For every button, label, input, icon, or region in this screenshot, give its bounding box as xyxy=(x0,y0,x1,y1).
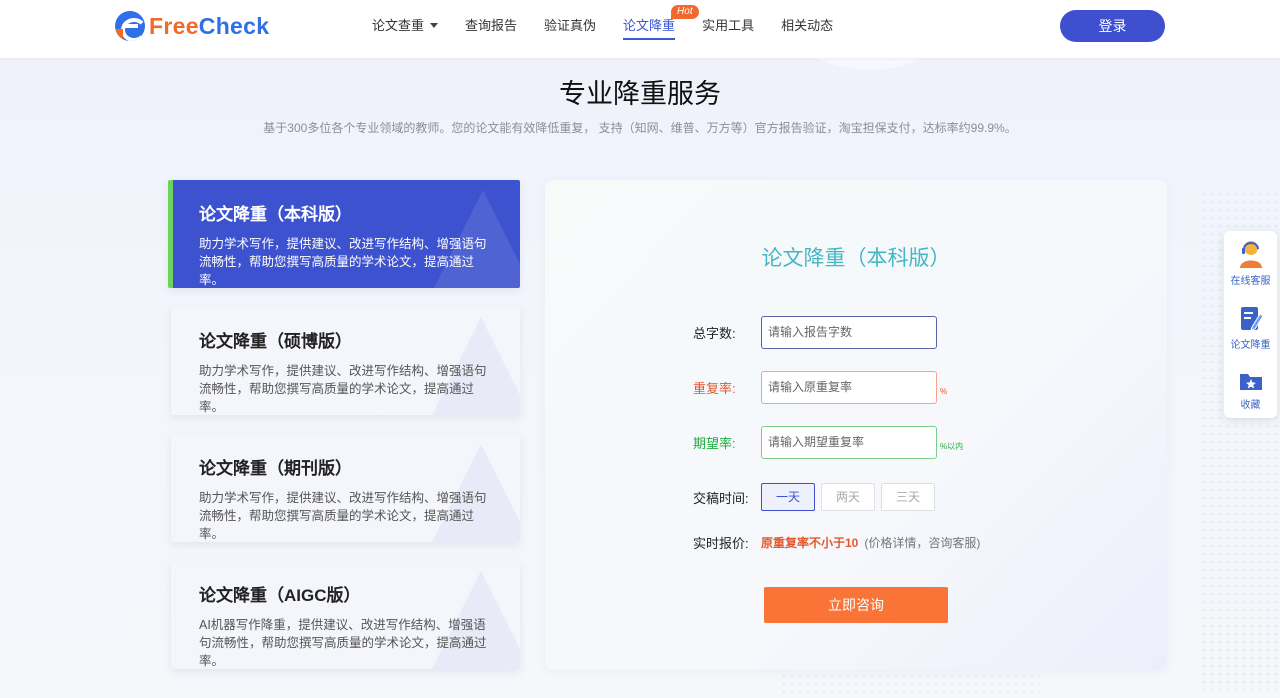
nav-item-query-report[interactable]: 查询报告 xyxy=(465,0,517,58)
nav-item-paper-check[interactable]: 论文查重 xyxy=(372,0,439,58)
card-title: 论文降重（硕博版） xyxy=(199,332,352,351)
login-button[interactable]: 登录 xyxy=(1060,10,1165,42)
delivery-time-label: 交稿时间: xyxy=(693,490,749,506)
service-card-undergraduate[interactable]: 论文降重（本科版） 助力学术写作，提供建议、改进写作结构、增强语句流畅性，帮助您… xyxy=(168,180,520,288)
main-nav: 论文查重 查询报告 验证真伪 论文降重 Hot 实用工具 相关动态 xyxy=(372,0,860,58)
float-item-favorite[interactable]: 收藏 xyxy=(1224,369,1277,411)
repeat-rate-row: 重复率: % xyxy=(693,370,947,404)
form-title: 论文降重（本科版） xyxy=(761,247,951,270)
service-card-aigc[interactable]: 论文降重（AIGC版） AI机器写作降重，提供建议、改进写作结构、增强语句流畅性… xyxy=(171,561,520,669)
page-title: 专业降重服务 xyxy=(559,79,721,109)
nav-item-verify[interactable]: 验证真伪 xyxy=(544,0,596,58)
float-item-customer-service[interactable]: 在线客服 xyxy=(1224,239,1277,287)
logo-icon xyxy=(115,11,145,41)
consult-button[interactable]: 立即咨询 xyxy=(764,587,948,623)
card-description: 助力学术写作，提供建议、改进写作结构、增强语句流畅性，帮助您撰写高质量的学术论文… xyxy=(199,491,487,541)
service-card-journal[interactable]: 论文降重（期刊版） 助力学术写作，提供建议、改进写作结构、增强语句流畅性，帮助您… xyxy=(171,434,520,542)
top-header: FreeCheck 论文查重 查询报告 验证真伪 论文降重 Hot 实用工具 相… xyxy=(0,0,1280,58)
chevron-down-icon xyxy=(430,23,439,28)
service-card-graduate[interactable]: 论文降重（硕博版） 助力学术写作，提供建议、改进写作结构、增强语句流畅性，帮助您… xyxy=(171,307,520,415)
expected-rate-label: 期望率: xyxy=(693,435,736,451)
word-count-input[interactable] xyxy=(761,315,937,349)
card-title: 论文降重（AIGC版） xyxy=(199,586,361,605)
price-label: 实时报价: xyxy=(693,535,749,551)
card-description: 助力学术写作，提供建议、改进写作结构、增强语句流畅性，帮助您撰写高质量的学术论文… xyxy=(199,364,487,414)
hot-badge: Hot xyxy=(671,5,699,19)
freecheck-logo[interactable]: FreeCheck xyxy=(115,11,269,41)
repeat-rate-label: 重复率: xyxy=(693,380,736,396)
customer-service-icon xyxy=(1239,241,1262,268)
price-row: 实时报价: 原重复率不小于10 (价格详情，咨询客服) xyxy=(693,525,980,559)
nav-item-tools[interactable]: 实用工具 xyxy=(702,0,754,58)
card-description: 助力学术写作，提供建议、改进写作结构、增强语句流畅性，帮助您撰写高质量的学术论文… xyxy=(199,237,487,287)
edit-document-icon xyxy=(1240,307,1264,331)
delivery-option-one-day[interactable]: 一天 xyxy=(761,483,815,511)
page-subtitle: 基于300多位各个专业领域的教师。您的论文能有效降低重复， 支持（知网、维普、万… xyxy=(263,121,1017,135)
nav-item-paper-reduce[interactable]: 论文降重 Hot xyxy=(623,0,699,58)
logo-text: FreeCheck xyxy=(149,12,270,39)
expected-rate-row: 期望率: %以内 xyxy=(693,425,963,459)
delivery-option-three-days[interactable]: 三天 xyxy=(881,483,935,511)
word-count-label: 总字数: xyxy=(693,325,736,341)
card-description: AI机器写作降重，提供建议、改进写作结构、增强语句流畅性，帮助您撰写高质量的学术… xyxy=(199,618,487,668)
repeat-rate-unit: % xyxy=(940,386,948,396)
float-item-label: 收藏 xyxy=(1240,400,1261,411)
float-item-label: 在线客服 xyxy=(1230,276,1271,287)
card-title: 论文降重（期刊版） xyxy=(199,459,352,478)
favorite-folder-icon xyxy=(1239,374,1262,390)
delivery-time-row: 交稿时间: 一天 两天 三天 xyxy=(693,480,941,514)
float-item-label: 论文降重 xyxy=(1230,340,1271,351)
nav-item-news[interactable]: 相关动态 xyxy=(781,0,833,58)
reduce-form-panel: 论文降重（本科版） 总字数: 重复率: % 期望率: %以内 交稿时间: 一天 … xyxy=(545,180,1167,670)
float-item-paper-reduce[interactable]: 论文降重 xyxy=(1224,305,1277,351)
delivery-option-two-days[interactable]: 两天 xyxy=(821,483,875,511)
price-note: (价格详情，咨询客服) xyxy=(864,535,981,550)
word-count-row: 总字数: xyxy=(693,315,937,349)
floating-sidebar: 在线客服 论文降重 收藏 xyxy=(1224,231,1277,418)
repeat-rate-input[interactable] xyxy=(761,370,937,404)
expected-rate-input[interactable] xyxy=(761,425,937,459)
card-title: 论文降重（本科版） xyxy=(199,205,352,224)
price-highlight: 原重复率不小于10 xyxy=(761,535,859,550)
expected-rate-unit: %以内 xyxy=(940,441,964,451)
